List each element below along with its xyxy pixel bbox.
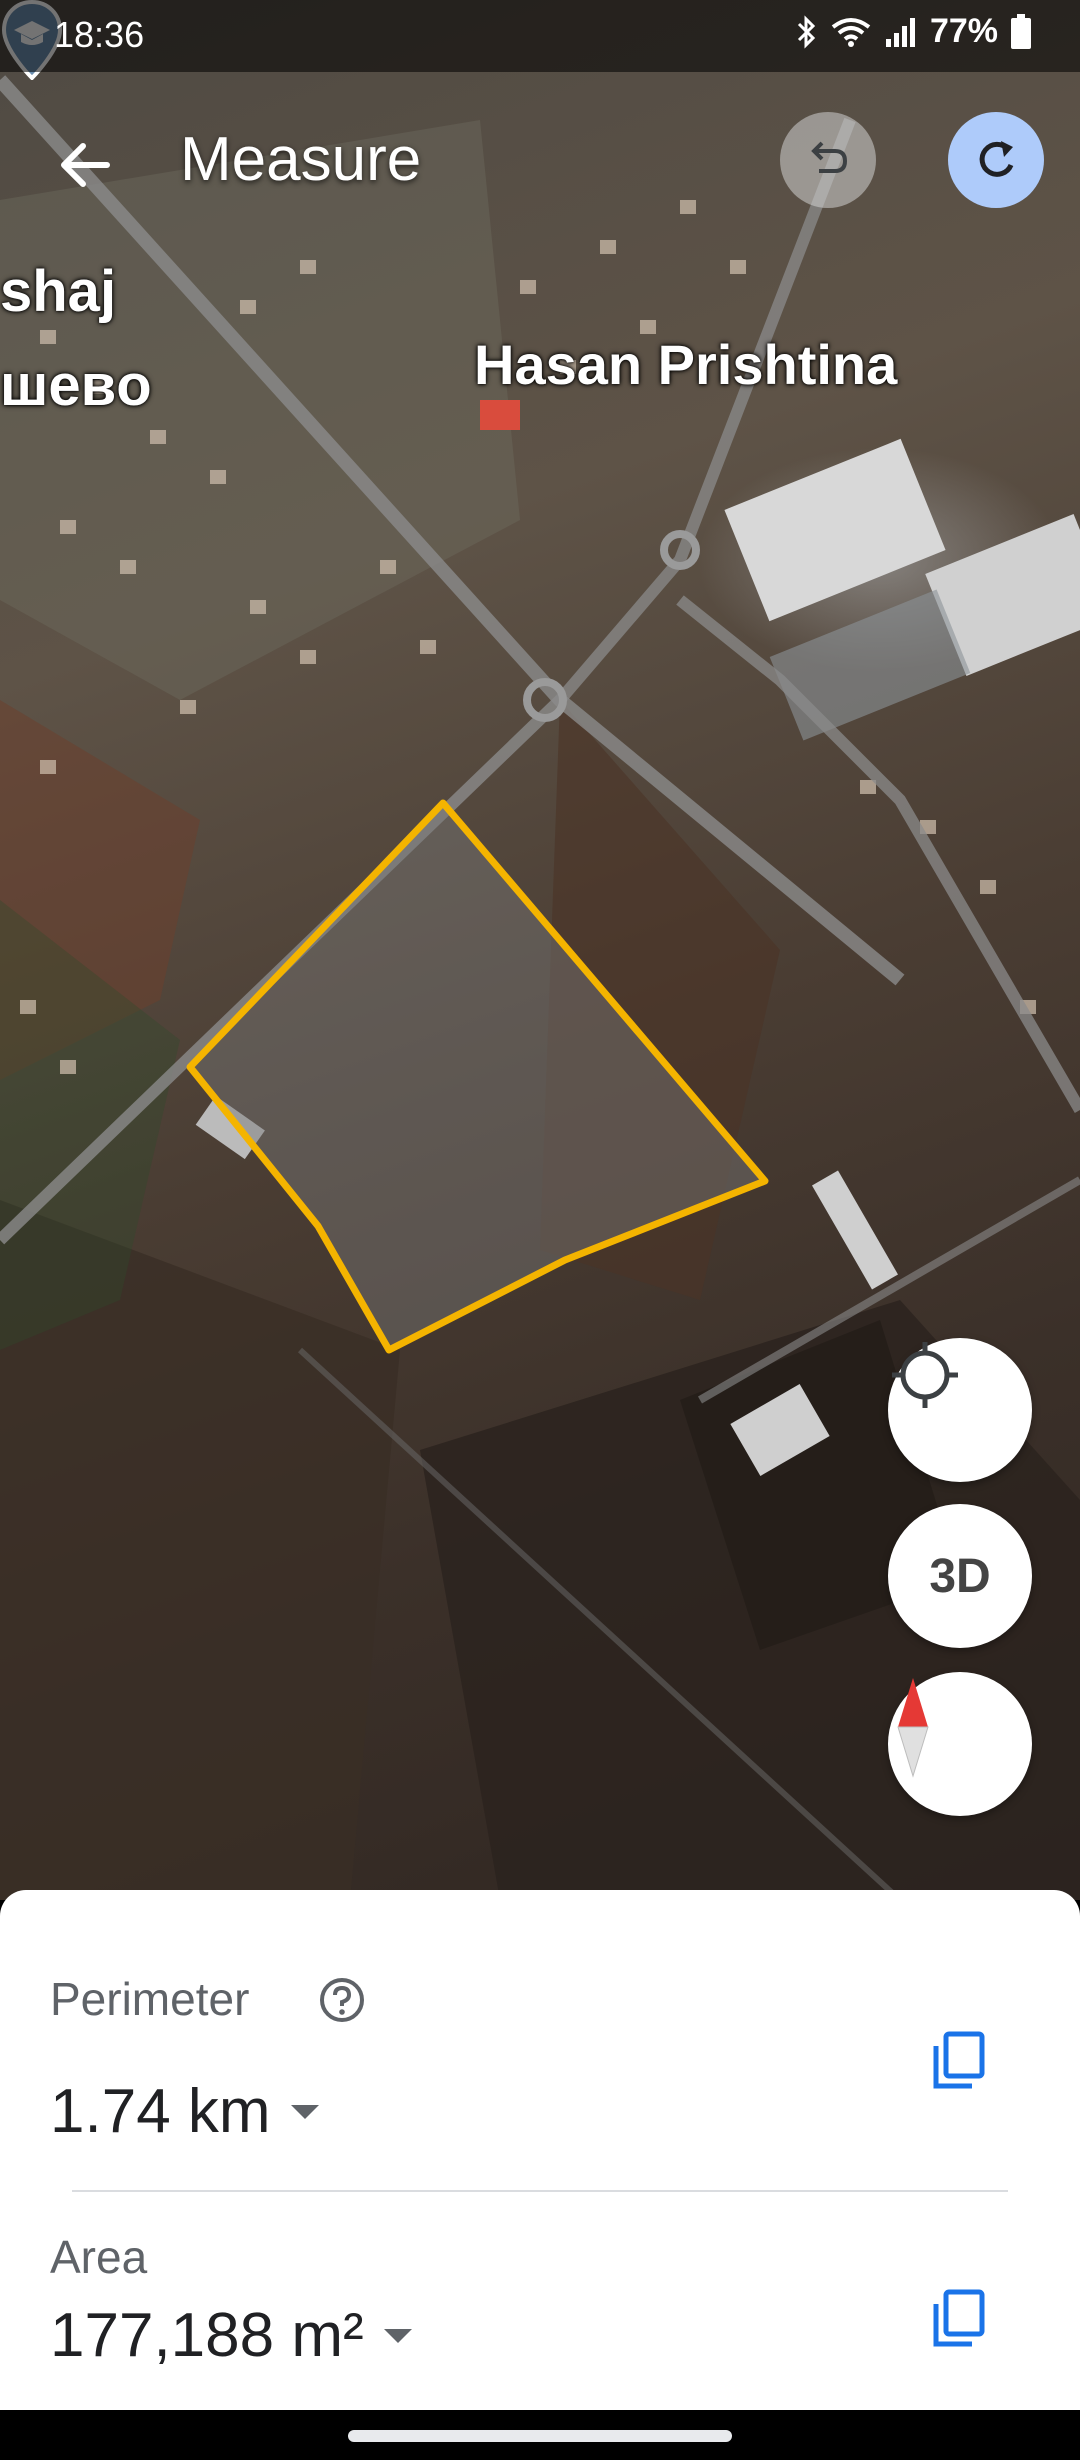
undo-icon <box>811 141 848 173</box>
view-3d-label: 3D <box>929 1549 991 1603</box>
divider <box>72 2190 1008 2192</box>
place-label-latin: shaj <box>0 259 117 324</box>
battery-icon <box>1011 13 1031 49</box>
chevron-down-icon <box>383 2328 412 2343</box>
measurement-sheet: Perimeter 1.74 km Area 177,188 m² <box>0 1890 1080 2410</box>
my-location-button[interactable] <box>888 1338 1032 1482</box>
help-icon[interactable] <box>318 1976 366 2024</box>
wifi-icon <box>831 17 871 47</box>
arrow-back-icon <box>61 143 110 187</box>
perimeter-label: Perimeter <box>50 1973 250 2025</box>
signal-icon <box>885 17 915 47</box>
view-3d-button[interactable]: 3D <box>888 1504 1032 1648</box>
satellite-map[interactable]: shaj шевo Hasan Prishtina 3D <box>0 0 1080 1900</box>
battery-percent: 77% <box>929 12 998 50</box>
copy-perimeter-icon[interactable] <box>928 2028 988 2092</box>
my-location-icon <box>892 1342 958 1408</box>
redo-button[interactable] <box>948 112 1044 208</box>
bluetooth-icon <box>797 14 816 49</box>
page-title: Measure <box>180 125 422 194</box>
area-unit-selector[interactable]: 177,188 m² <box>50 2300 412 2371</box>
perimeter-value: 1.74 km <box>50 2077 271 2146</box>
area-value: 177,188 m² <box>50 2301 364 2370</box>
undo-button[interactable] <box>780 112 876 208</box>
perimeter-unit-selector[interactable]: 1.74 km <box>50 2076 319 2147</box>
copy-area-icon[interactable] <box>928 2286 988 2350</box>
status-time: 18:36 <box>54 14 145 55</box>
poi-label[interactable]: Hasan Prishtina <box>474 332 897 397</box>
navigation-bar <box>0 2410 1080 2460</box>
home-gesture-handle[interactable] <box>348 2430 732 2442</box>
redo-icon <box>979 141 1014 177</box>
chevron-down-icon <box>290 2104 319 2119</box>
compass-icon <box>897 1678 929 1778</box>
area-label: Area <box>50 2231 148 2283</box>
app-bar: Measure <box>0 72 1080 252</box>
compass-button[interactable] <box>888 1672 1032 1816</box>
back-button[interactable] <box>50 130 120 200</box>
status-icons: 77% <box>796 12 1032 51</box>
place-label-cyrillic: шевo <box>0 353 152 418</box>
status-bar: 18:36 77% <box>0 0 1080 72</box>
